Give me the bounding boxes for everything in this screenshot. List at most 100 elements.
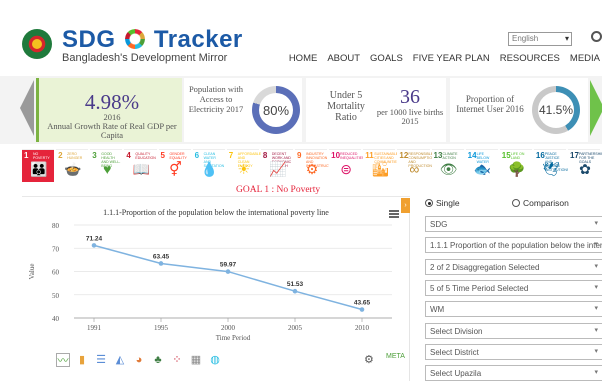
goal-title-label: Climate Action (442, 152, 458, 160)
goal-tab-2[interactable]: 2 Zero Hunger 🍲 (56, 149, 89, 182)
filter-value: SDG (430, 220, 448, 229)
nav-resources[interactable]: RESOURCES (500, 53, 560, 64)
bar-chart-icon[interactable]: ▮ (75, 353, 89, 367)
goal-number: 10 (331, 151, 341, 160)
site-logo[interactable]: SDG Tracker (62, 26, 243, 54)
data-label: 71.24 (86, 235, 103, 242)
filter-select-2[interactable]: 1.1.1 Proportion of the population below… (425, 237, 602, 254)
goal-tab-10[interactable]: 10 Reduced Inequalities ⊜ (329, 149, 364, 182)
radio-single-dot (425, 199, 433, 207)
x-tick-label: 1995 (154, 324, 169, 332)
filter-select-7[interactable]: Select District ▾ (425, 343, 602, 360)
goal-tab-11[interactable]: 11 Sustainable Cities and Communities 🏙 (363, 149, 399, 182)
radio-comparison[interactable]: Comparison (512, 198, 569, 208)
data-point (359, 307, 365, 312)
radio-single[interactable]: Single (425, 198, 460, 208)
chevron-down-icon: ▾ (594, 283, 598, 291)
goal-number: 16 (535, 151, 545, 160)
electricity-ring-gauge: 80% (252, 86, 300, 134)
nav-media[interactable]: MEDIA (570, 53, 600, 64)
goal-tab-14[interactable]: 14 Life Below Water 🐟 (465, 149, 498, 182)
goal-tab-17[interactable]: 17Partnerships for the Goals✿ (568, 149, 602, 182)
goal-number: 6 (194, 151, 200, 160)
stats-carousel: 4.98% 2016 Annual Growth Rate of Real GD… (0, 76, 602, 144)
data-label: 59.97 (220, 262, 237, 269)
pie-chart-icon[interactable]: ◕ (132, 353, 146, 367)
goal-tab-5[interactable]: 5 Gender Equality ⚥ (158, 149, 191, 182)
chart-type-toolbar: 〰 ▮ ☰ ◭ ◕ ♣ ⁘ ▦ ◍ (56, 353, 222, 367)
filter-value: 5 of 5 Time Period Selected (430, 283, 529, 293)
electricity-label: Population with Access to Electricity 20… (188, 84, 244, 114)
goal-tab-6[interactable]: 6 Clean Water and Sanitation 💧 (192, 149, 225, 182)
internet-ring-gauge: 41.5% (532, 86, 580, 134)
internet-label: Proportion of Internet User 2016 (456, 94, 524, 114)
language-select[interactable]: English ▾ (508, 32, 572, 46)
gdp-label: 2016 Annual Growth Rate of Real GDP per … (39, 113, 185, 140)
stacked-bar-icon[interactable]: ☰ (94, 353, 108, 367)
goal-tab-7[interactable]: 7 Affordable and Clean Energy ☀ (226, 149, 261, 182)
settings-gear-icon[interactable]: ⚙ (364, 353, 374, 366)
goal-tab-16[interactable]: 16 Peace Justice and Strong Institutions 🕊 (533, 149, 569, 182)
goal-tab-12[interactable]: 12 Responsible Consumption and Production… (397, 149, 435, 182)
y-tick-label: 60 (52, 269, 60, 277)
goal-tab-8[interactable]: 8 Decent Work and Economic Growth 📈 (260, 149, 293, 182)
stat-card-electricity: Population with Access to Electricity 20… (184, 78, 302, 142)
table-view-icon[interactable]: ▦ (189, 353, 203, 367)
goal-tab-1[interactable]: 1 No Poverty 👪 (22, 149, 55, 182)
goal-tab-4[interactable]: 4 Quality Education 📖 (124, 149, 157, 182)
y-tick-label: 50 (52, 292, 60, 300)
gdp-description: Annual Growth Rate of Real GDP per Capit… (47, 121, 177, 140)
stat-card-gdp: 4.98% 2016 Annual Growth Rate of Real GD… (36, 78, 182, 142)
filter-value: 2 of 2 Disaggregation Selected (430, 262, 540, 272)
x-axis-title: Time Period (216, 334, 251, 342)
bangladesh-emblem-logo[interactable] (22, 29, 52, 59)
filter-select-4[interactable]: 5 of 5 Time Period Selected ▾ (425, 279, 602, 296)
data-label: 51.53 (287, 281, 304, 288)
data-point (292, 288, 298, 294)
nav-goals[interactable]: GOALS (370, 53, 403, 64)
map-view-icon[interactable]: ◍ (208, 353, 222, 367)
nav-about[interactable]: ABOUT (327, 53, 360, 64)
goal-symbol-icon: 📈 (269, 161, 287, 177)
radio-comparison-label: Comparison (523, 198, 569, 208)
goal-tab-9[interactable]: 9 Industry Innovation and Infrastructure ⚙ (295, 149, 338, 182)
site-tagline: Bangladesh's Development Mirror (62, 52, 228, 64)
search-icon[interactable] (591, 31, 602, 42)
goal-tab-13[interactable]: 13 Climate Action 👁 (431, 149, 464, 182)
goal-title-label: No Poverty (33, 152, 50, 160)
filter-select-1[interactable]: SDG ▾ (425, 216, 602, 232)
chevron-down-icon: ▾ (594, 369, 598, 377)
scatter-chart-icon[interactable]: ⁘ (170, 353, 184, 367)
y-tick-label: 80 (52, 222, 60, 230)
goal-title-label: Quality Education (135, 152, 156, 160)
goal-number: 12 (399, 151, 409, 160)
brand-tracker: Tracker (153, 26, 243, 53)
goal-number: 7 (228, 151, 234, 160)
filter-select-6[interactable]: Select Division ▾ (425, 322, 602, 339)
carousel-next-arrow-icon[interactable] (590, 80, 602, 136)
goal-number: 8 (262, 151, 268, 160)
goal-tab-3[interactable]: 3 Good Health and Well-Being ♥ (90, 149, 123, 182)
column-chart-icon[interactable]: ♣ (151, 353, 165, 367)
goal-number: 17 (570, 151, 579, 160)
metadata-icon[interactable]: META (386, 353, 405, 360)
filter-select-5[interactable]: WM ▾ (425, 301, 602, 318)
goal-symbol-icon: 🍲 (64, 161, 82, 177)
filter-value: Select Division (430, 326, 483, 336)
goal-tab-15[interactable]: 15 Life on Land 🌳 (499, 149, 532, 182)
nav-home[interactable]: HOME (289, 53, 318, 64)
goal-symbol-icon: ∞ (409, 161, 420, 177)
filter-select-8[interactable]: Select Upazila ▾ (425, 365, 602, 381)
carousel-prev-arrow-icon[interactable] (20, 80, 34, 136)
filter-select-3[interactable]: 2 of 2 Disaggregation Selected ▾ (425, 258, 602, 275)
nav-five-year-plan[interactable]: FIVE YEAR PLAN (413, 53, 490, 64)
x-tick-label: 2000 (221, 324, 236, 332)
line-chart-icon[interactable]: 〰 (56, 353, 70, 367)
goal-symbol-icon: ✿ (579, 161, 591, 177)
mortality-value: 36 (400, 86, 420, 108)
goal-number: 11 (365, 151, 374, 160)
y-tick-label: 40 (52, 315, 60, 323)
mortality-label: Under 5 Mortality Ratio (327, 90, 365, 123)
goal-symbol-icon: 🐟 (473, 161, 492, 177)
area-chart-icon[interactable]: ◭ (113, 353, 127, 367)
